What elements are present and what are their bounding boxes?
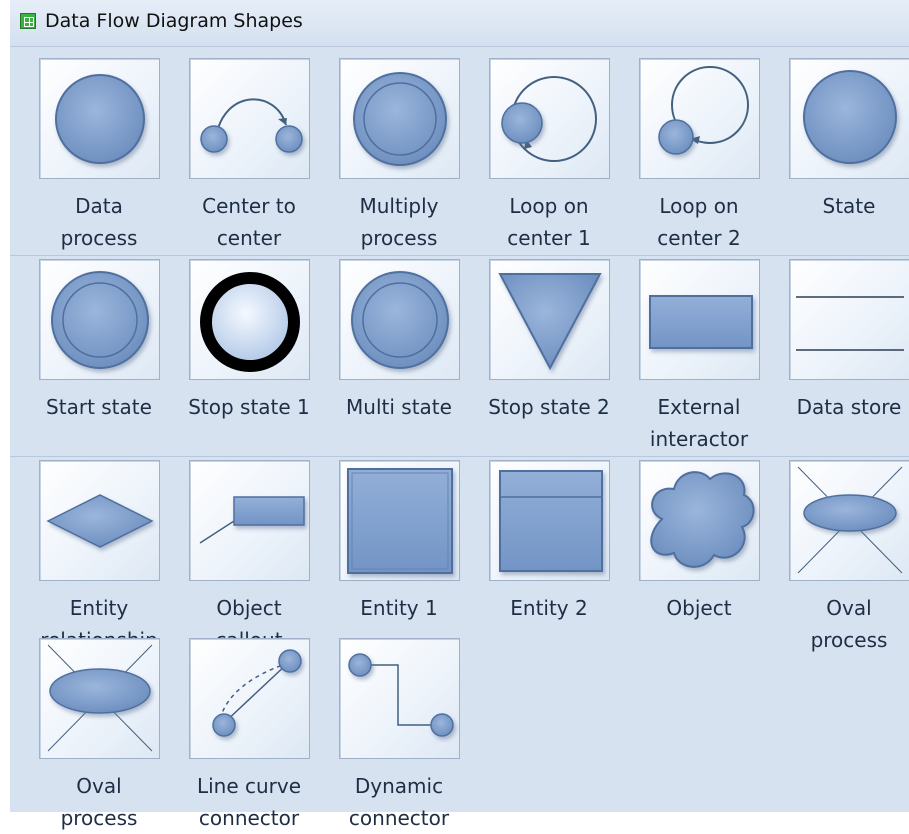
line-curve-connector-icon bbox=[212, 649, 302, 737]
shape-label: Entity 2 bbox=[510, 596, 588, 620]
shape-item[interactable]: Line curve connector bbox=[178, 638, 328, 830]
shape-label: Stop state 2 bbox=[488, 395, 610, 419]
entity-2-icon bbox=[499, 470, 603, 572]
shape-label: Center to center bbox=[202, 194, 296, 250]
start-state-icon bbox=[51, 271, 149, 369]
multiply-process-icon bbox=[353, 72, 447, 166]
shape-tile[interactable] bbox=[39, 638, 160, 759]
shape-tile[interactable] bbox=[339, 259, 460, 380]
shape-label: Loop on center 2 bbox=[657, 194, 741, 250]
shape-item[interactable]: Entity relationship bbox=[28, 460, 178, 652]
shape-item[interactable]: Oval process bbox=[28, 638, 178, 830]
panel-titlebar[interactable]: Data Flow Diagram Shapes bbox=[10, 0, 909, 47]
shape-item[interactable]: Dynamic connector bbox=[328, 638, 478, 830]
shape-label: State bbox=[822, 194, 876, 218]
shape-tile[interactable] bbox=[639, 460, 760, 581]
shape-tile[interactable] bbox=[189, 259, 310, 380]
shape-tile[interactable] bbox=[189, 58, 310, 179]
object-icon bbox=[650, 471, 755, 568]
shape-label: Oval process bbox=[810, 596, 888, 652]
entity-relationship-icon bbox=[46, 494, 154, 548]
shape-label: Dynamic connector bbox=[348, 774, 450, 830]
shape-item[interactable]: Data store bbox=[778, 259, 909, 449]
shape-label: Data store bbox=[796, 395, 902, 419]
shapes-panel: Data Flow Diagram Shapes Data process Ce… bbox=[0, 0, 909, 830]
shape-label: Start state bbox=[46, 395, 152, 419]
shape-item[interactable]: Stop state 2 bbox=[478, 259, 628, 449]
shape-tile[interactable] bbox=[339, 638, 460, 759]
shape-tile[interactable] bbox=[39, 460, 160, 581]
shape-tile[interactable] bbox=[339, 58, 460, 179]
shape-tile[interactable] bbox=[39, 259, 160, 380]
shape-item[interactable]: Center to center bbox=[178, 58, 328, 250]
shape-label: Stop state 1 bbox=[188, 395, 310, 419]
shape-label: Oval process bbox=[60, 774, 138, 830]
dynamic-connector-icon bbox=[348, 653, 454, 737]
loop-on-center-2-icon bbox=[658, 66, 749, 155]
object-callout-icon bbox=[199, 496, 305, 544]
shape-item[interactable]: Object bbox=[628, 460, 778, 650]
shape-label: Loop on center 1 bbox=[507, 194, 591, 250]
loop-on-center-1-icon bbox=[501, 76, 597, 162]
shape-item[interactable]: Oval process bbox=[778, 460, 909, 652]
oval-process-icon bbox=[47, 644, 153, 752]
external-interactor-icon bbox=[649, 295, 753, 349]
shape-tile[interactable] bbox=[489, 460, 610, 581]
shape-item[interactable]: Stop state 1 bbox=[178, 259, 328, 449]
shape-tile[interactable] bbox=[489, 259, 610, 380]
shape-item[interactable]: External interactor bbox=[628, 259, 778, 451]
stop-state-2-icon bbox=[498, 273, 602, 371]
shape-tile[interactable] bbox=[39, 58, 160, 179]
shape-item[interactable]: Loop on center 1 bbox=[478, 58, 628, 250]
shape-item[interactable]: Multiply process bbox=[328, 58, 478, 250]
shape-tile[interactable] bbox=[789, 259, 909, 380]
data-store-icon bbox=[796, 296, 904, 351]
entity-1-icon bbox=[347, 468, 453, 574]
shape-item[interactable]: Object callout bbox=[178, 460, 328, 652]
shape-tile[interactable] bbox=[339, 460, 460, 581]
shape-tile[interactable] bbox=[789, 460, 909, 581]
shape-label: Multi state bbox=[346, 395, 452, 419]
stencil-grid-icon bbox=[20, 13, 36, 29]
row-divider bbox=[10, 456, 909, 457]
shape-item[interactable]: Entity 2 bbox=[478, 460, 628, 650]
shape-tile[interactable] bbox=[639, 259, 760, 380]
center-to-center-icon bbox=[200, 98, 303, 153]
shape-label: Entity 1 bbox=[360, 596, 438, 620]
data-process-icon bbox=[55, 74, 145, 164]
shape-item[interactable]: Loop on center 2 bbox=[628, 58, 778, 250]
row-divider bbox=[10, 255, 909, 256]
panel-title: Data Flow Diagram Shapes bbox=[45, 10, 303, 32]
shape-tile[interactable] bbox=[639, 58, 760, 179]
shape-tile[interactable] bbox=[789, 58, 909, 179]
shape-item[interactable]: Entity 1 bbox=[328, 460, 478, 650]
shape-label: Line curve connector bbox=[196, 774, 302, 830]
shape-label: External interactor bbox=[649, 395, 749, 451]
shape-label: Data process bbox=[60, 194, 138, 250]
multi-state-icon bbox=[351, 271, 449, 369]
shape-label: Multiply process bbox=[359, 194, 439, 250]
shape-tile[interactable] bbox=[189, 638, 310, 759]
shape-item[interactable]: Start state bbox=[28, 259, 178, 449]
shape-item[interactable]: State bbox=[778, 58, 909, 248]
shape-tile[interactable] bbox=[189, 460, 310, 581]
shape-tile[interactable] bbox=[489, 58, 610, 179]
stop-state-1-icon bbox=[200, 272, 300, 372]
shape-label: Object bbox=[666, 596, 732, 620]
shape-item[interactable]: Data process bbox=[28, 58, 178, 250]
shape-item[interactable]: Multi state bbox=[328, 259, 478, 449]
state-icon bbox=[803, 70, 897, 164]
oval-process-icon bbox=[797, 466, 903, 574]
